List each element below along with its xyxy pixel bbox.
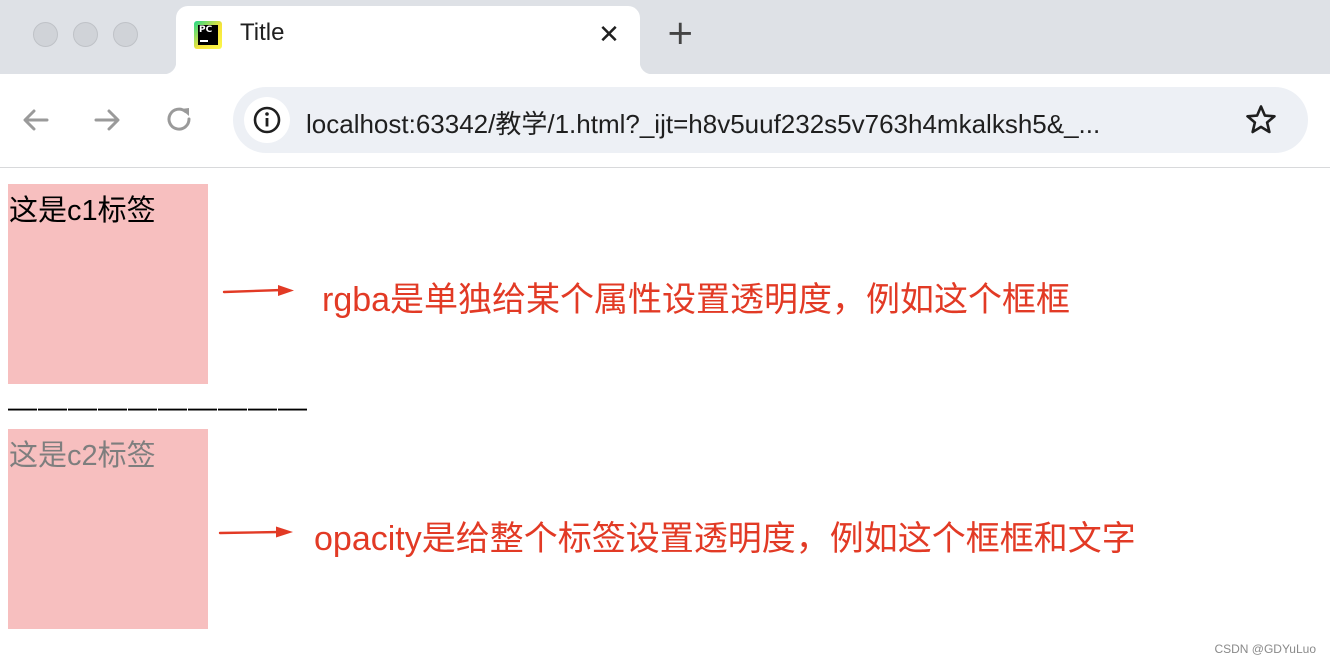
url-text[interactable]: localhost:63342/教学/1.html?_ijt=h8v5uuf23…	[306, 104, 1226, 141]
pycharm-icon: PC	[194, 21, 222, 49]
watermark: CSDN @GDYuLuo	[1214, 642, 1316, 656]
tab-strip: PC Title ✕ +	[0, 0, 1330, 74]
back-arrow-icon[interactable]	[18, 102, 54, 138]
annotation-rgba: rgba是单独给某个属性设置透明度，例如这个框框	[322, 281, 1071, 319]
c1-box: 这是c1标签	[8, 184, 208, 384]
close-icon[interactable]: ✕	[596, 22, 622, 48]
tab-title: Title	[240, 19, 285, 46]
c2-box: 这是c2标签	[8, 429, 208, 629]
browser-toolbar: localhost:63342/教学/1.html?_ijt=h8v5uuf23…	[0, 74, 1330, 168]
arrow-right-icon	[222, 284, 300, 298]
info-icon[interactable]	[244, 97, 290, 143]
window-minimize-button[interactable]	[73, 22, 98, 47]
annotation-opacity: opacity是给整个标签设置透明度，例如这个框框和文字	[314, 520, 1136, 558]
arrow-right-icon	[218, 525, 296, 539]
active-tab[interactable]: PC Title ✕	[164, 6, 652, 74]
star-icon[interactable]	[1244, 103, 1278, 137]
reload-icon[interactable]	[162, 102, 198, 138]
dash-divider: ——————————	[8, 392, 308, 424]
window-maximize-button[interactable]	[113, 22, 138, 47]
plus-icon[interactable]: +	[666, 16, 695, 50]
window-close-button[interactable]	[33, 22, 58, 47]
c1-label: 这是c1标签	[9, 195, 156, 227]
address-bar[interactable]: localhost:63342/教学/1.html?_ijt=h8v5uuf23…	[233, 87, 1308, 153]
c2-label: 这是c2标签	[9, 440, 156, 472]
forward-arrow-icon[interactable]	[89, 102, 125, 138]
